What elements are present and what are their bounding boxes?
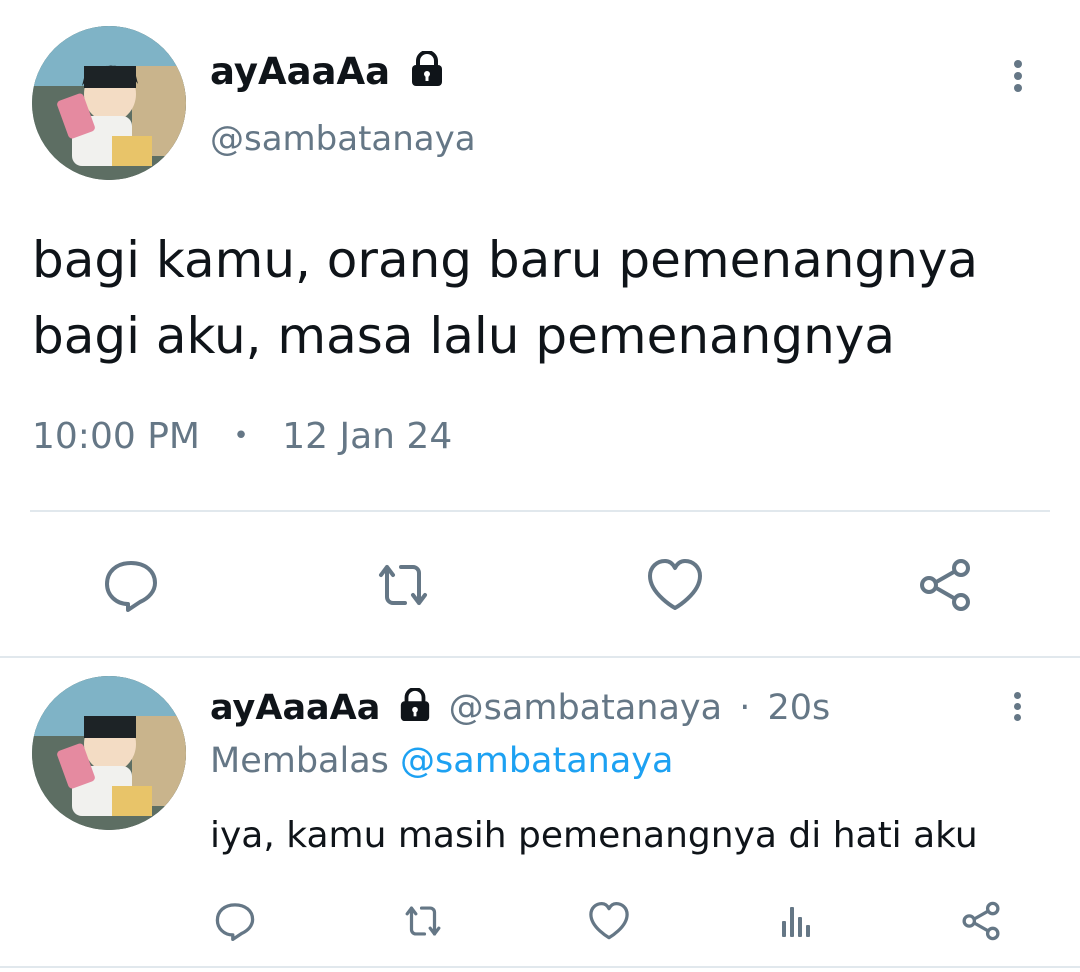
retweet-icon <box>405 906 441 936</box>
separator-dot: • <box>233 421 249 451</box>
tweet-text-line: bagi kamu, orang baru pemenangnya <box>32 231 979 289</box>
share-icon <box>962 901 1000 941</box>
analytics-icon <box>782 907 810 937</box>
reply-handle[interactable]: @sambatanaya <box>449 688 722 728</box>
comment-icon <box>215 903 255 941</box>
replying-prefix: Membalas <box>210 741 389 781</box>
replying-handle-link[interactable]: @sambatanaya <box>400 741 673 781</box>
reply-dot: · <box>739 688 751 728</box>
avatar[interactable] <box>32 26 186 180</box>
tweet-date[interactable]: 12 Jan 24 <box>282 416 452 457</box>
reply-button[interactable] <box>96 550 166 620</box>
tweet-text: bagi kamu, orang baru pemenangnya bagi a… <box>32 222 978 374</box>
share-button[interactable] <box>910 550 980 620</box>
like-icon <box>648 559 702 610</box>
more-options-icon[interactable] <box>1004 56 1032 100</box>
divider <box>0 656 1080 658</box>
reply-display-name[interactable]: ayAaaAa <box>210 688 380 728</box>
reply-comment-button[interactable] <box>210 896 260 946</box>
reply-retweet-button[interactable] <box>398 896 448 946</box>
like-button[interactable] <box>640 550 710 620</box>
avatar-image <box>32 676 186 830</box>
avatar-image <box>32 26 186 180</box>
reply-text: iya, kamu masih pemenangnya di hati aku <box>210 815 978 856</box>
reply-more-options-icon[interactable] <box>1004 688 1030 728</box>
retweet-button[interactable] <box>368 550 438 620</box>
author-name-row: ayAaaAa <box>210 50 447 94</box>
handle[interactable]: @sambatanaya <box>210 117 476 161</box>
like-icon <box>589 901 629 940</box>
reply-analytics-button[interactable] <box>770 896 820 946</box>
replying-to: Membalas @sambatanaya <box>210 739 673 783</box>
retweet-icon <box>379 565 427 605</box>
divider <box>0 966 1080 968</box>
reply-like-button[interactable] <box>584 896 634 946</box>
lock-icon <box>400 687 429 722</box>
lock-icon <box>412 50 443 86</box>
reply-header: ayAaaAa @sambatanaya · 20s <box>210 686 830 730</box>
reply-avatar[interactable] <box>32 676 186 830</box>
comment-icon <box>105 561 157 612</box>
reply-age[interactable]: 20s <box>768 688 831 728</box>
display-name[interactable]: ayAaaAa <box>210 50 390 93</box>
tweet-text-line: bagi aku, masa lalu pemenangnya <box>32 307 896 365</box>
share-icon <box>920 559 970 611</box>
tweet-time[interactable]: 10:00 PM <box>32 416 200 457</box>
timestamp-row: 10:00 PM • 12 Jan 24 <box>32 413 452 460</box>
reply-share-button[interactable] <box>956 896 1006 946</box>
divider <box>30 510 1050 512</box>
